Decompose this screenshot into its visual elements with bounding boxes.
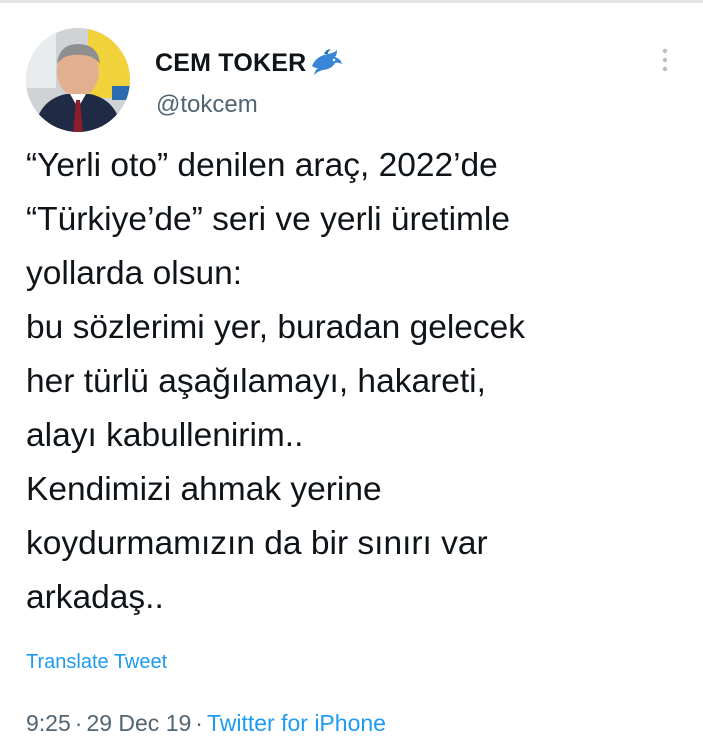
- tweet-text-line: alayı kabullenirim..: [26, 417, 304, 454]
- author-handle[interactable]: @tokcem: [156, 91, 258, 119]
- tweet-source-link[interactable]: Twitter for iPhone: [207, 710, 386, 736]
- avatar[interactable]: [26, 28, 130, 132]
- tweet-text-line: “Yerli oto” denilen araç, 2022’de: [26, 147, 498, 184]
- tweet-time[interactable]: 9:25: [26, 710, 71, 736]
- tweet-card: CEM TOKER @tokcem “Yerli oto” denilen ar…: [0, 0, 703, 747]
- tweet-text-line: her türlü aşağılamayı, hakareti,: [26, 363, 486, 400]
- tweet-text-line: yollarda olsun:: [26, 255, 243, 292]
- translate-tweet-link[interactable]: Translate Tweet: [26, 651, 167, 674]
- meta-separator: ·: [195, 710, 203, 736]
- tweet-text-line: Kendimizi ahmak yerine: [26, 471, 382, 508]
- tweet-text: “Yerli oto” denilen araç, 2022’de “Türki…: [26, 139, 686, 625]
- tweet-text-line: “Türkiye’de” seri ve yerli üretimle: [26, 201, 510, 238]
- tweet-date[interactable]: 29 Dec 19: [86, 710, 191, 736]
- avatar-image: [26, 28, 130, 132]
- author-name-row[interactable]: CEM TOKER: [155, 48, 344, 78]
- tweet-text-line: arkadaş..: [26, 579, 164, 616]
- tweet-text-line: bu sözlerimi yer, buradan gelecek: [26, 309, 526, 346]
- more-options-icon[interactable]: [658, 45, 672, 75]
- tweet-text-line: koydurmamızın da bir sınırı var: [26, 525, 488, 562]
- meta-separator: ·: [74, 710, 83, 736]
- dolphin-icon: [310, 48, 344, 76]
- tweet-meta: 9:25 · 29 Dec 19 · Twitter for iPhone: [26, 710, 386, 737]
- author-display-name[interactable]: CEM TOKER: [155, 49, 306, 78]
